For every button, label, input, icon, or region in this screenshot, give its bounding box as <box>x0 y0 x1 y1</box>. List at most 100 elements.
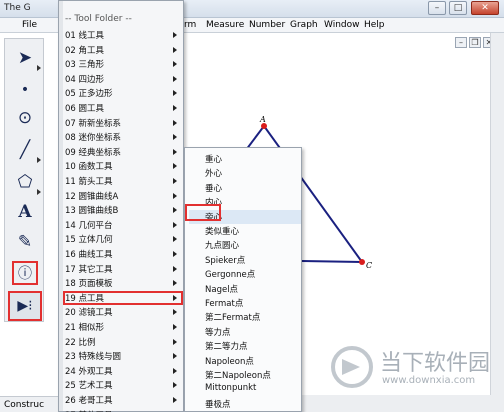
tool-folder-item-label: 18 页面模板 <box>65 279 113 290</box>
polygon-tool[interactable]: ⬠ <box>8 167 42 197</box>
tool-folder-item-label: 16 曲线工具 <box>65 250 113 260</box>
point-tool-item-label: 第二Napoleon点 <box>205 371 271 381</box>
tool-folder-item-label: 22 比例 <box>65 337 96 348</box>
tool-folder-item-label: 23 特殊线与圆 <box>65 352 122 363</box>
tool-folder-item[interactable]: 07 新新坐标系 <box>63 116 183 130</box>
point-tool-item-label: 垂极点 <box>205 399 231 410</box>
submenu-arrow-icon <box>173 353 177 360</box>
tool-folder-item[interactable]: 19 点工具 <box>63 290 183 305</box>
point-tool-item[interactable]: 重心 <box>189 152 301 166</box>
point-tool-item[interactable]: Spieker点 <box>189 253 301 267</box>
segment-bc[interactable] <box>301 260 363 263</box>
submenu-arrow-icon <box>173 265 177 272</box>
pentagon-icon: ⬠ <box>17 172 33 192</box>
label-a: A <box>259 115 266 124</box>
horizontal-scrollbar[interactable] <box>300 395 504 412</box>
tool-folder-item-label: 05 正多边形 <box>65 89 113 100</box>
tool-folder-item[interactable]: 13 圆锥曲线B <box>63 203 183 217</box>
point-tool-item[interactable]: Gergonne点 <box>189 267 301 281</box>
point-tool[interactable]: • <box>8 75 42 105</box>
compass-tool[interactable]: ⊙ <box>8 103 42 133</box>
point-tool-item[interactable]: Nagel点 <box>189 282 301 296</box>
point-c[interactable] <box>359 259 365 265</box>
watermark: 当下软件园 www.downxia.com <box>330 345 500 395</box>
tool-folder-item[interactable]: 01 线工具 <box>63 28 183 42</box>
tool-folder-item[interactable]: 08 迷你坐标系 <box>63 130 183 144</box>
marker-tool[interactable]: ✎ <box>8 227 42 257</box>
tool-folder-item[interactable]: 04 四边形 <box>63 72 183 86</box>
point-tool-item[interactable]: 类似重心 <box>189 224 301 238</box>
tool-folder-item[interactable]: 18 页面模板 <box>63 276 183 290</box>
point-tool-item[interactable]: 第二等力点 <box>189 339 301 353</box>
tool-folder-item[interactable]: 15 立体几何 <box>63 232 183 246</box>
submenu-arrow-icon <box>173 178 177 184</box>
info-icon: ⓘ <box>18 266 32 282</box>
point-tool-item[interactable]: 垂极点 <box>189 397 301 411</box>
submenu-arrow-icon <box>173 119 177 126</box>
arrow-select-tool[interactable]: ➤ <box>8 43 42 73</box>
straightedge-tool[interactable]: ╱ <box>8 135 42 165</box>
tool-folder-item[interactable]: 11 箭头工具 <box>63 174 183 188</box>
tool-folder-item[interactable]: 24 外观工具 <box>63 364 183 378</box>
point-tool-item[interactable]: Fermat点 <box>189 296 301 310</box>
custom-tools-button[interactable]: ▶⁝ <box>8 291 42 321</box>
tool-folder-item-label: 19 点工具 <box>65 293 105 304</box>
tool-folder-item-label: 17 其它工具 <box>65 264 113 275</box>
tool-folder-item[interactable]: 20 滤镜工具 <box>63 305 183 319</box>
point-tool-item-label: Spieker点 <box>205 255 246 266</box>
point-tool-item[interactable]: Mittonpunkt <box>189 382 301 396</box>
information-tool[interactable]: ⓘ <box>12 261 38 285</box>
tool-folder-item[interactable]: 10 函数工具 <box>63 159 183 173</box>
tool-folder-item[interactable]: 14 几何平台 <box>63 218 183 232</box>
tool-folder-item-label: 08 迷你坐标系 <box>65 133 122 144</box>
point-tool-item-label: 垂心 <box>205 183 223 194</box>
app-window: The G – □ ✕ File rm Measure Number Graph… <box>0 0 504 412</box>
point-tool-item[interactable]: 第二Fermat点 <box>189 310 301 324</box>
tool-folder-item[interactable]: 23 特殊线与圆 <box>63 349 183 363</box>
text-a-icon: A <box>18 202 32 222</box>
point-tool-item-label: 重心 <box>205 155 223 165</box>
tool-folder-item[interactable]: 21 相似形 <box>63 320 183 334</box>
submenu-arrow-icon <box>173 397 177 403</box>
submenu-arrow-icon <box>173 148 177 155</box>
point-tool-item[interactable]: 第二Napoleon点 <box>189 368 301 382</box>
tool-folder-item[interactable]: 27 其他工具 <box>63 408 183 412</box>
point-tool-item[interactable]: 等力点 <box>189 325 301 339</box>
tool-folder-item[interactable]: 02 角工具 <box>63 43 183 57</box>
cursor-arrow-icon: ➤ <box>17 48 33 68</box>
point-tool-item[interactable]: 外心 <box>189 166 301 180</box>
tool-folder-item[interactable]: 17 其它工具 <box>63 262 183 276</box>
tool-folder-item[interactable]: 25 艺术工具 <box>63 378 183 392</box>
point-tool-item[interactable]: 九点圆心 <box>189 238 301 252</box>
tool-folder-item[interactable]: 26 老哥工具 <box>63 393 183 407</box>
watermark-logo-icon <box>331 346 373 388</box>
text-tool[interactable]: A <box>8 197 42 227</box>
point-tool-item-label: 九点圆心 <box>205 241 240 252</box>
point-tool-item-label: Mittonpunkt <box>205 383 257 394</box>
point-tools-submenu: 重心 外心 垂心 内心 旁心 类似重心 九点圆心 Spieker点 Gergonne点 Nagel… <box>184 147 302 412</box>
tool-folder-item-label: 12 圆锥曲线A <box>65 191 119 202</box>
submenu-arrow-icon <box>173 324 177 330</box>
point-tool-item-label: 等力点 <box>205 327 231 338</box>
tool-folder-item[interactable]: 22 比例 <box>63 335 183 349</box>
tool-folder-item[interactable]: 09 经典坐标系 <box>63 145 183 159</box>
submenu-arrow-icon <box>173 280 177 287</box>
tool-folder-item[interactable]: 06 圆工具 <box>63 101 183 115</box>
status-text: Construc <box>4 400 45 410</box>
watermark-url: www.downxia.com <box>382 375 476 386</box>
submenu-arrow-icon <box>173 309 177 316</box>
point-tool-item[interactable]: Napoleon点 <box>189 354 301 368</box>
submenu-arrow-icon <box>173 367 177 374</box>
tool-folder-item-label: 27 其他工具 <box>65 409 113 412</box>
point-tool-item[interactable]: 垂心 <box>189 181 301 195</box>
tool-folder-item[interactable]: 05 正多边形 <box>63 86 183 100</box>
tool-folder-item-label: 09 经典坐标系 <box>65 147 122 158</box>
point-tool-item-label: Fermat点 <box>205 299 244 309</box>
selected-item-highlight <box>185 204 221 221</box>
vertical-scrollbar[interactable] <box>490 33 504 395</box>
tool-folder-item[interactable]: 03 三角形 <box>63 57 183 71</box>
tool-folder-item[interactable]: 12 圆锥曲线A <box>63 189 183 203</box>
point-tool-item-label: 第二等力点 <box>205 342 248 353</box>
submenu-arrow-icon <box>173 61 177 68</box>
tool-folder-item[interactable]: 16 曲线工具 <box>63 247 183 261</box>
